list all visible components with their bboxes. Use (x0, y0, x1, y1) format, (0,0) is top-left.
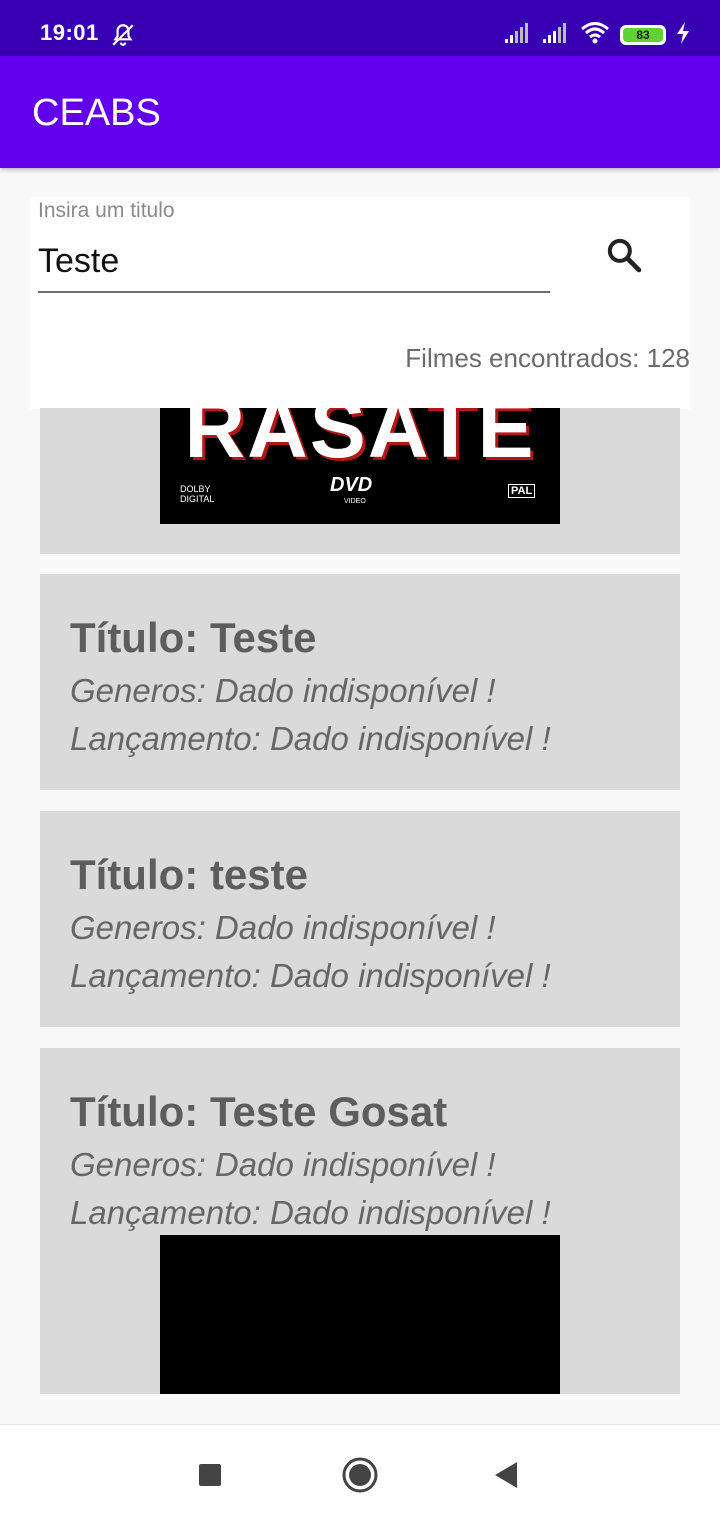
poster-badges: DOLBY DIGITAL DVD VIDEO PAL (160, 474, 560, 512)
movie-poster: RASATE DOLBY DIGITAL DVD VIDEO PAL (160, 408, 560, 524)
search-field-label: Insira um titulo (38, 199, 175, 222)
status-time: 19:01 (40, 20, 99, 45)
nav-recents-button[interactable] (188, 1453, 232, 1497)
app-title: CEABS (32, 92, 161, 134)
movie-list[interactable]: RASATE DOLBY DIGITAL DVD VIDEO PAL Títul… (40, 408, 680, 1394)
do-not-disturb-icon (110, 22, 136, 52)
movie-title: Título: teste (70, 851, 308, 898)
movie-card[interactable]: Título: teste Generos: Dado indisponível… (40, 811, 680, 1027)
movie-genres: Generos: Dado indisponível ! (70, 672, 496, 709)
movie-title: Título: Teste Gosat (70, 1088, 448, 1135)
movie-genres: Generos: Dado indisponível ! (70, 1146, 496, 1183)
movie-poster (160, 1235, 560, 1394)
movie-card[interactable]: Título: Teste Generos: Dado indisponível… (40, 574, 680, 790)
movie-release: Lançamento: Dado indisponível ! (70, 957, 551, 994)
movie-release: Lançamento: Dado indisponível ! (70, 1194, 551, 1231)
poster-title-text: RASATE (184, 408, 536, 475)
battery-level: 83 (623, 28, 663, 42)
nav-home-icon (342, 1457, 378, 1493)
wifi-icon (580, 22, 610, 48)
nav-home-button[interactable] (338, 1453, 382, 1497)
movie-release: Lançamento: Dado indisponível ! (70, 720, 551, 757)
poster-dvd-sub: VIDEO (344, 498, 366, 505)
nav-back-icon (495, 1462, 517, 1488)
poster-dvd-badge: DVD (330, 474, 373, 496)
charging-icon (676, 22, 690, 48)
poster-pal-badge: PAL (508, 484, 536, 498)
movie-title: Título: Teste (70, 614, 317, 661)
signal-icon (542, 22, 570, 48)
movie-card[interactable]: RASATE DOLBY DIGITAL DVD VIDEO PAL (40, 408, 680, 554)
search-panel: Insira um titulo Filmes encontrados: 128 (30, 197, 690, 409)
poster-dolby-badge: DOLBY DIGITAL (180, 484, 215, 504)
results-count: Filmes encontrados: 128 (405, 343, 690, 373)
search-input[interactable] (38, 233, 550, 293)
app-bar: CEABS (0, 56, 720, 168)
signal-icon (504, 22, 532, 48)
movie-card[interactable]: Título: Teste Gosat Generos: Dado indisp… (40, 1048, 680, 1394)
movie-genres: Generos: Dado indisponível ! (70, 909, 496, 946)
nav-recents-icon (199, 1464, 221, 1486)
navigation-bar (0, 1424, 720, 1520)
search-button[interactable] (596, 227, 652, 283)
nav-back-button[interactable] (484, 1453, 528, 1497)
status-bar: 19:01 83 (0, 0, 720, 56)
battery-icon: 83 (620, 25, 666, 45)
search-icon (607, 238, 642, 273)
